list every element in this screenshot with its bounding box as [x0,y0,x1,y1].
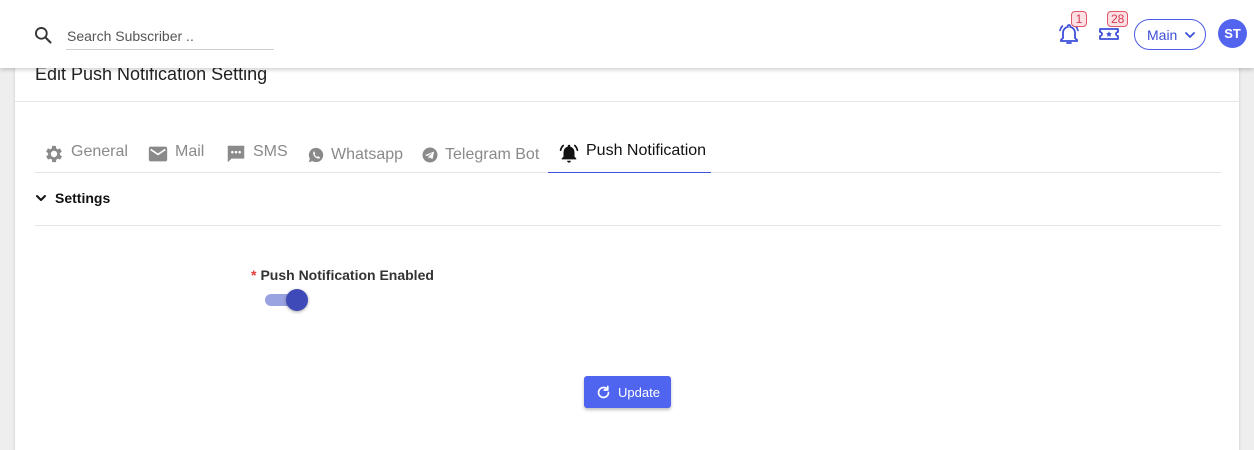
tab-mail-label: Mail [175,143,205,160]
settings-tabs: General Mail SMS Whatsapp Telegram Bot P… [35,135,1221,173]
required-mark: * [251,267,257,283]
settings-card: Edit Push Notification Setting General M… [15,55,1239,450]
avatar[interactable]: ST [1218,19,1247,48]
refresh-icon [597,385,610,398]
update-button[interactable]: Update [584,376,671,408]
tab-push-notification[interactable]: Push Notification [548,135,711,173]
tab-mail[interactable]: Mail [147,135,217,173]
tab-whatsapp[interactable]: Whatsapp [307,135,407,173]
top-bar: 1 28 Main ST [0,0,1254,68]
push-notification-enabled-toggle[interactable] [264,288,310,312]
search-icon[interactable] [33,25,53,45]
tickets-button[interactable]: 28 [1097,11,1129,46]
toggle-thumb [286,289,308,311]
field-label-text: Push Notification Enabled [260,267,434,283]
telegram-icon [422,147,438,163]
update-button-label: Update [618,384,660,400]
tab-whatsapp-label: Whatsapp [331,146,404,163]
search-input[interactable] [66,22,274,50]
tab-sms-label: SMS [253,143,288,160]
divider [35,225,1221,226]
tab-telegram-bot[interactable]: Telegram Bot [421,135,551,173]
section-title: Settings [55,190,111,206]
notifications-button[interactable]: 1 [1057,11,1087,46]
tab-sms[interactable]: SMS [225,135,295,173]
tickets-count-badge: 28 [1107,11,1129,27]
workspace-select-value: Main [1147,26,1178,43]
notifications-count-badge: 1 [1071,11,1087,27]
whatsapp-icon [308,147,324,163]
tab-general[interactable]: General [43,135,133,173]
settings-section-toggle[interactable]: Settings [35,187,110,209]
tab-general-label: General [71,143,128,160]
push-notification-enabled-label: * Push Notification Enabled [251,267,434,283]
gear-icon [46,145,62,163]
chevron-down-icon [36,195,46,201]
workspace-select[interactable]: Main [1134,19,1206,50]
mail-icon [148,146,168,162]
sms-icon [227,145,245,163]
tab-telegram-bot-label: Telegram Bot [445,146,540,163]
bell-ring-icon [559,144,579,163]
tab-push-notification-label: Push Notification [586,142,707,159]
chevron-down-icon [1185,32,1195,38]
